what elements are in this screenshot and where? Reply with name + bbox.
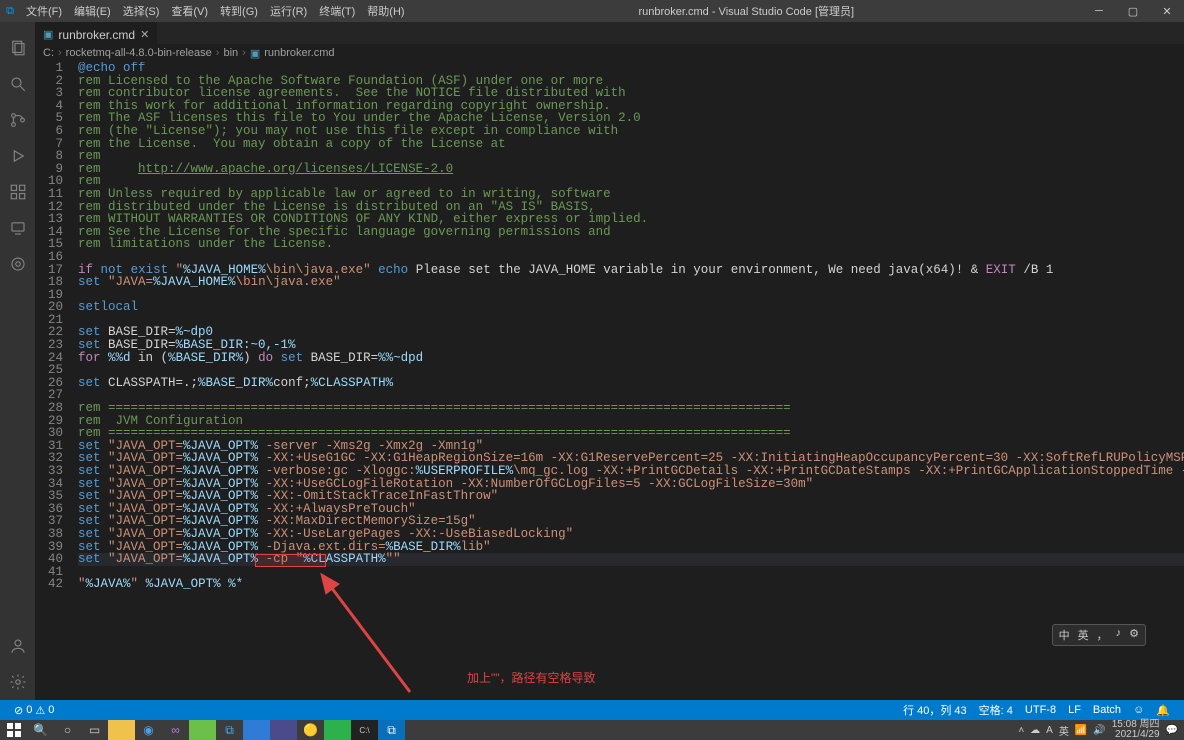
menu-terminal[interactable]: 终端(T) [313,3,361,19]
annotation-arrow [310,567,470,697]
breadcrumb-item[interactable]: C: [43,47,54,59]
terminal-app-icon[interactable]: C:\ [351,720,378,740]
remote-icon[interactable] [0,210,35,246]
chrome-app-icon[interactable]: 🟡 [297,720,324,740]
explorer-icon[interactable] [0,30,35,66]
wechat-app-icon[interactable] [324,720,351,740]
ime-settings-icon[interactable]: ⚙ [1129,627,1139,643]
ime-item[interactable]: 中 [1059,627,1070,643]
close-tab-icon[interactable]: ✕ [140,28,149,41]
tab-runbroker[interactable]: ▣ runbroker.cmd ✕ [35,22,157,44]
run-debug-icon[interactable] [0,138,35,174]
tray-network-icon[interactable]: 📶 [1075,725,1087,736]
tray-chevron-icon[interactable]: ˄ [1018,725,1024,736]
start-menu-icon[interactable] [0,720,27,740]
settings-gear-icon[interactable] [0,664,35,700]
extensions-icon[interactable] [0,174,35,210]
menu-run[interactable]: 运行(R) [264,3,313,19]
tray-ime-icon[interactable]: A [1046,725,1053,736]
status-notifications-icon[interactable]: 🔔 [1150,702,1176,718]
account-icon[interactable] [0,628,35,664]
taskbar-search-icon[interactable]: 🔍 [27,720,54,740]
explorer-app-icon[interactable] [108,720,135,740]
breadcrumb-item[interactable]: bin [223,47,238,59]
tray-notifications-icon[interactable]: 💬 [1166,725,1178,736]
batch-file-icon: ▣ [43,28,53,41]
app-icon[interactable] [243,720,270,740]
menu-selection[interactable]: 选择(S) [117,3,166,19]
taskview-icon[interactable]: ▭ [81,720,108,740]
window-title: runbroker.cmd - Visual Studio Code [管理员] [411,3,1082,19]
batch-file-icon: ▣ [250,47,260,60]
ime-toolbar[interactable]: 中 英 ， ♪ ⚙ [1052,624,1146,646]
line-number-gutter: 1234567891011121314151617181920212223242… [35,62,73,700]
visualstudio-app-icon[interactable]: ∞ [162,720,189,740]
status-encoding[interactable]: UTF-8 [1019,702,1062,718]
vscode-app-icon[interactable]: ⧉ [216,720,243,740]
activity-bar [0,22,35,700]
breadcrumb-item[interactable]: rocketmq-all-4.8.0-bin-release [66,47,212,59]
menu-bar: 文件(F) 编辑(E) 选择(S) 查看(V) 转到(G) 运行(R) 终端(T… [20,3,411,19]
tray-language-icon[interactable]: 英 [1059,723,1069,738]
status-feedback-icon[interactable]: ☺ [1127,702,1150,718]
status-eol[interactable]: LF [1062,702,1087,718]
annotation-highlight [255,554,326,567]
menu-view[interactable]: 查看(V) [165,3,214,19]
window-close-icon[interactable]: ✕ [1150,5,1184,18]
menu-edit[interactable]: 编辑(E) [68,3,117,19]
notepad-app-icon[interactable] [189,720,216,740]
window-maximize-icon[interactable]: ▢ [1116,5,1150,18]
editor-tabs: ▣ runbroker.cmd ✕ ▥ ⋯ [35,22,1184,44]
vscode-icon: ⧉ [0,5,20,18]
breadcrumb[interactable]: C:› rocketmq-all-4.8.0-bin-release› bin›… [35,44,1184,62]
ime-item[interactable]: 英 [1078,627,1089,643]
search-icon[interactable] [0,66,35,102]
status-indentation[interactable]: 空格: 4 [973,702,1019,718]
edge-app-icon[interactable]: ◉ [135,720,162,740]
ime-item[interactable]: ♪ [1116,627,1122,643]
code-content[interactable]: @echo offrem Licensed to the Apache Soft… [73,62,1184,700]
annotation-text: 加上""，路径有空格导致 [467,672,596,684]
windows-taskbar: 🔍 ○ ▭ ◉ ∞ ⧉ 🟡 C:\ ⧉ ˄ ☁ A 英 📶 🔊 15:08 周四… [0,720,1184,740]
cortana-icon[interactable]: ○ [54,720,81,740]
tray-volume-icon[interactable]: 🔊 [1093,725,1105,736]
menu-help[interactable]: 帮助(H) [361,3,410,19]
tray-onedrive-icon[interactable]: ☁ [1030,725,1040,736]
menu-file[interactable]: 文件(F) [20,3,68,19]
code-editor[interactable]: 1234567891011121314151617181920212223242… [35,62,1184,700]
title-bar: ⧉ 文件(F) 编辑(E) 选择(S) 查看(V) 转到(G) 运行(R) 终端… [0,0,1184,22]
menu-go[interactable]: 转到(G) [214,3,264,19]
status-errors[interactable]: ⊘ 0 ⚠ 0 [8,704,60,717]
docker-icon[interactable] [0,246,35,282]
status-cursor-position[interactable]: 行 40，列 43 [897,702,973,718]
source-control-icon[interactable] [0,102,35,138]
tab-label: runbroker.cmd [58,28,135,42]
status-bar: ⊘ 0 ⚠ 0 行 40，列 43 空格: 4 UTF-8 LF Batch ☺… [0,700,1184,720]
window-minimize-icon[interactable]: ─ [1082,5,1116,18]
taskbar-clock-date[interactable]: 2021/4/29 [1112,730,1160,740]
vscode-app-icon-active[interactable]: ⧉ [378,720,405,740]
status-language[interactable]: Batch [1087,702,1127,718]
breadcrumb-item[interactable]: runbroker.cmd [264,47,334,59]
ime-item[interactable]: ， [1097,627,1108,643]
app-icon[interactable] [270,720,297,740]
